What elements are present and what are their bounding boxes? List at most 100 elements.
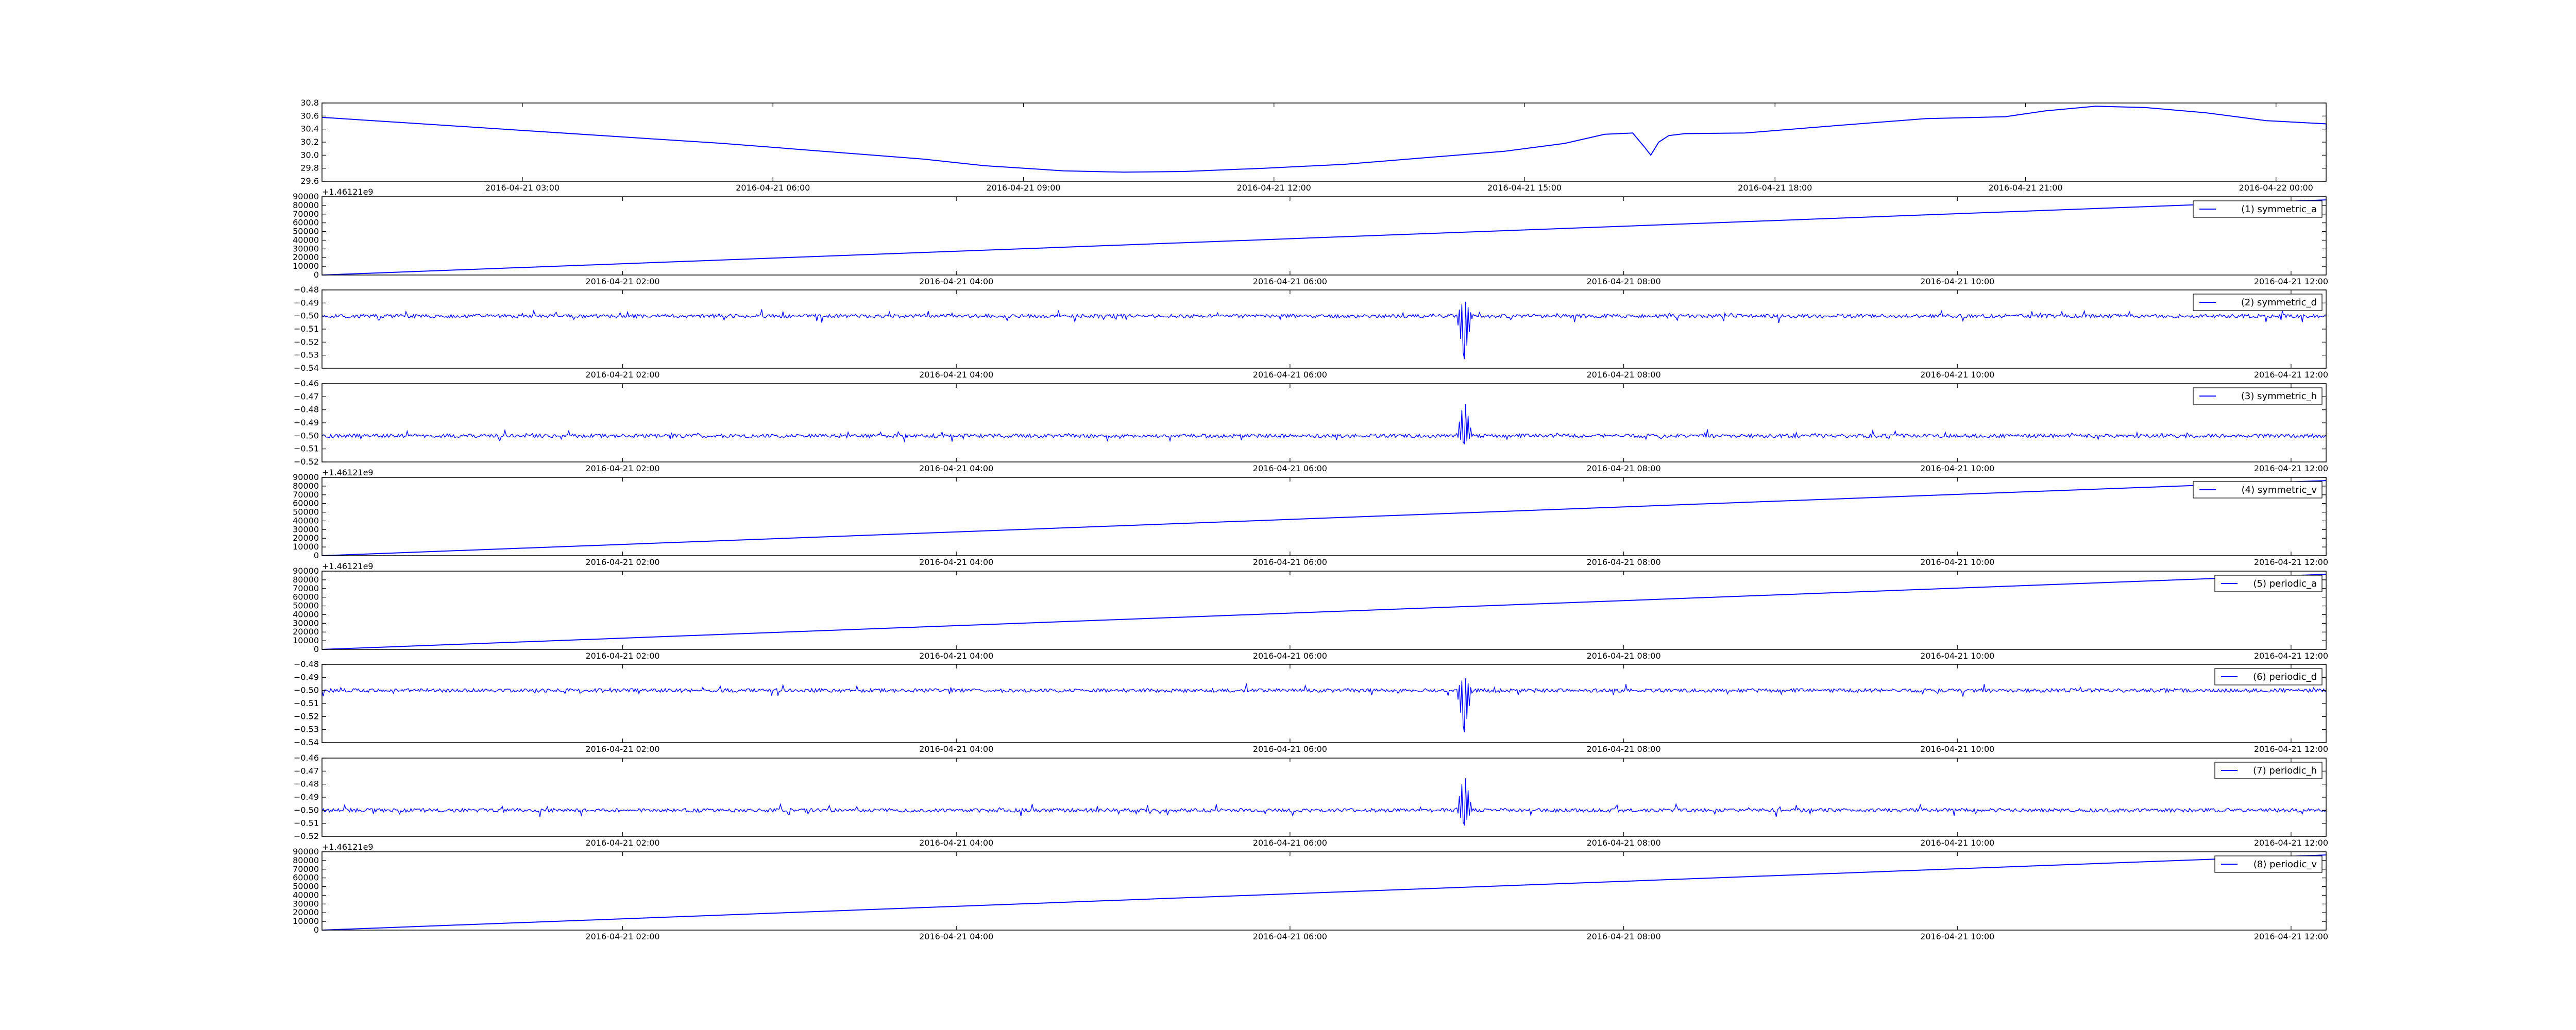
y-tick-label: 30.4 bbox=[300, 124, 319, 134]
y-tick-label: 50000 bbox=[293, 601, 319, 611]
x-tick-label: 2016-04-21 02:00 bbox=[585, 838, 659, 848]
y-tick-label: 20000 bbox=[293, 533, 319, 543]
y-tick-label: 30.6 bbox=[300, 111, 319, 121]
y-tick-label: −0.53 bbox=[294, 350, 319, 360]
x-tick-label: 2016-04-21 10:00 bbox=[1920, 464, 1994, 473]
x-tick-label: 2016-04-21 12:00 bbox=[2254, 838, 2328, 848]
subplot-9: 0100002000030000400005000060000700008000… bbox=[293, 842, 2328, 941]
x-tick-label: 2016-04-21 04:00 bbox=[919, 651, 993, 661]
y-tick-label: −0.49 bbox=[294, 672, 319, 682]
series-line bbox=[321, 778, 2327, 826]
x-tick-label: 2016-04-22 00:00 bbox=[2239, 183, 2313, 193]
x-tick-label: 2016-04-21 18:00 bbox=[1738, 183, 1812, 193]
y-tick-label: 0 bbox=[314, 270, 319, 280]
x-tick-label: 2016-04-21 12:00 bbox=[2254, 370, 2328, 380]
y-tick-label: 80000 bbox=[293, 575, 319, 585]
x-tick-label: 2016-04-21 06:00 bbox=[1253, 932, 1327, 941]
y-tick-label: 80000 bbox=[293, 855, 319, 865]
y-tick-label: 80000 bbox=[293, 200, 319, 210]
y-tick-label: 40000 bbox=[293, 890, 319, 900]
x-tick-label: 2016-04-21 04:00 bbox=[919, 932, 993, 941]
plot-frame bbox=[321, 383, 2327, 462]
x-tick-label: 2016-04-21 12:00 bbox=[2254, 651, 2328, 661]
plot-frame bbox=[321, 664, 2327, 743]
y-tick-label: −0.50 bbox=[294, 311, 319, 321]
y-tick-label: 40000 bbox=[293, 516, 319, 525]
legend-label: (2) symmetric_d bbox=[2241, 297, 2317, 308]
y-tick-label: −0.47 bbox=[294, 391, 319, 401]
x-tick-label: 2016-04-21 09:00 bbox=[986, 183, 1060, 193]
x-tick-label: 2016-04-21 15:00 bbox=[1487, 183, 1562, 193]
y-tick-label: −0.49 bbox=[294, 418, 319, 427]
y-tick-label: −0.47 bbox=[294, 766, 319, 776]
x-tick-label: 2016-04-21 06:00 bbox=[736, 183, 810, 193]
legend: (5) periodic_a bbox=[2214, 575, 2323, 592]
series-line bbox=[321, 106, 2327, 173]
legend-label: (6) periodic_d bbox=[2253, 672, 2317, 682]
x-tick-label: 2016-04-21 10:00 bbox=[1920, 557, 1994, 567]
y-tick-label: −0.52 bbox=[294, 831, 319, 841]
y-offset-label: +1.46121e9 bbox=[322, 468, 374, 477]
series-line bbox=[321, 404, 2327, 445]
y-tick-label: 40000 bbox=[293, 609, 319, 619]
x-tick-label: 2016-04-21 10:00 bbox=[1920, 277, 1994, 286]
y-tick-label: 70000 bbox=[293, 864, 319, 874]
subplot-5: 0100002000030000400005000060000700008000… bbox=[293, 468, 2328, 567]
x-tick-label: 2016-04-21 02:00 bbox=[585, 744, 659, 754]
x-tick-label: 2016-04-21 08:00 bbox=[1586, 464, 1660, 473]
y-tick-label: −0.51 bbox=[294, 324, 319, 334]
plot-frame bbox=[321, 758, 2327, 837]
y-tick-label: 60000 bbox=[293, 218, 319, 228]
plot-frame bbox=[321, 289, 2327, 369]
y-tick-label: 60000 bbox=[293, 873, 319, 883]
series-line bbox=[321, 480, 2327, 556]
y-tick-label: −0.48 bbox=[294, 285, 319, 295]
x-tick-label: 2016-04-21 02:00 bbox=[585, 557, 659, 567]
legend: (8) periodic_v bbox=[2214, 855, 2323, 873]
y-tick-label: −0.51 bbox=[294, 698, 319, 708]
y-tick-label: 70000 bbox=[293, 583, 319, 593]
subplot-2: 0100002000030000400005000060000700008000… bbox=[293, 187, 2328, 286]
y-tick-label: 50000 bbox=[293, 507, 319, 517]
y-tick-label: −0.50 bbox=[294, 431, 319, 440]
y-tick-label: 29.8 bbox=[300, 163, 319, 173]
y-tick-label: 29.6 bbox=[300, 176, 319, 186]
x-tick-label: 2016-04-21 10:00 bbox=[1920, 744, 1994, 754]
y-tick-label: −0.50 bbox=[294, 805, 319, 815]
y-tick-label: 30000 bbox=[293, 524, 319, 534]
y-tick-label: −0.53 bbox=[294, 725, 319, 734]
y-tick-label: 0 bbox=[314, 644, 319, 654]
x-tick-label: 2016-04-21 04:00 bbox=[919, 557, 993, 567]
x-tick-label: 2016-04-21 02:00 bbox=[585, 651, 659, 661]
y-tick-label: −0.52 bbox=[294, 457, 319, 467]
y-tick-label: −0.48 bbox=[294, 779, 319, 789]
y-tick-label: 10000 bbox=[293, 636, 319, 645]
x-tick-label: 2016-04-21 08:00 bbox=[1586, 370, 1660, 380]
x-tick-label: 2016-04-21 02:00 bbox=[585, 370, 659, 380]
x-tick-label: 2016-04-21 12:00 bbox=[2254, 744, 2328, 754]
series-line bbox=[321, 301, 2327, 359]
y-offset-label: +1.46121e9 bbox=[322, 561, 374, 571]
legend: (1) symmetric_a bbox=[2193, 200, 2323, 218]
y-tick-label: −0.49 bbox=[294, 298, 319, 307]
y-tick-label: −0.51 bbox=[294, 818, 319, 828]
x-tick-label: 2016-04-21 06:00 bbox=[1253, 651, 1327, 661]
legend-label: (7) periodic_h bbox=[2253, 765, 2317, 776]
y-tick-label: −0.52 bbox=[294, 337, 319, 347]
x-tick-label: 2016-04-21 08:00 bbox=[1586, 651, 1660, 661]
legend-label: (1) symmetric_a bbox=[2241, 204, 2317, 215]
y-tick-label: −0.46 bbox=[294, 753, 319, 763]
x-tick-label: 2016-04-21 02:00 bbox=[585, 932, 659, 941]
y-tick-label: −0.51 bbox=[294, 444, 319, 454]
y-tick-label: 70000 bbox=[293, 209, 319, 219]
subplot-8: −0.52 −0.51 −0.50 −0.49 −0.48 −0.47 −0.46 2016-… bbox=[294, 753, 2328, 848]
y-offset-label: +1.46121e9 bbox=[322, 187, 374, 197]
y-tick-label: 30000 bbox=[293, 899, 319, 908]
y-tick-label: 50000 bbox=[293, 882, 319, 891]
x-tick-label: 2016-04-21 04:00 bbox=[919, 277, 993, 286]
y-tick-label: 20000 bbox=[293, 252, 319, 262]
x-tick-label: 2016-04-21 06:00 bbox=[1253, 370, 1327, 380]
x-tick-label: 2016-04-21 06:00 bbox=[1253, 557, 1327, 567]
x-tick-label: 2016-04-21 08:00 bbox=[1586, 744, 1660, 754]
y-tick-label: 50000 bbox=[293, 227, 319, 236]
